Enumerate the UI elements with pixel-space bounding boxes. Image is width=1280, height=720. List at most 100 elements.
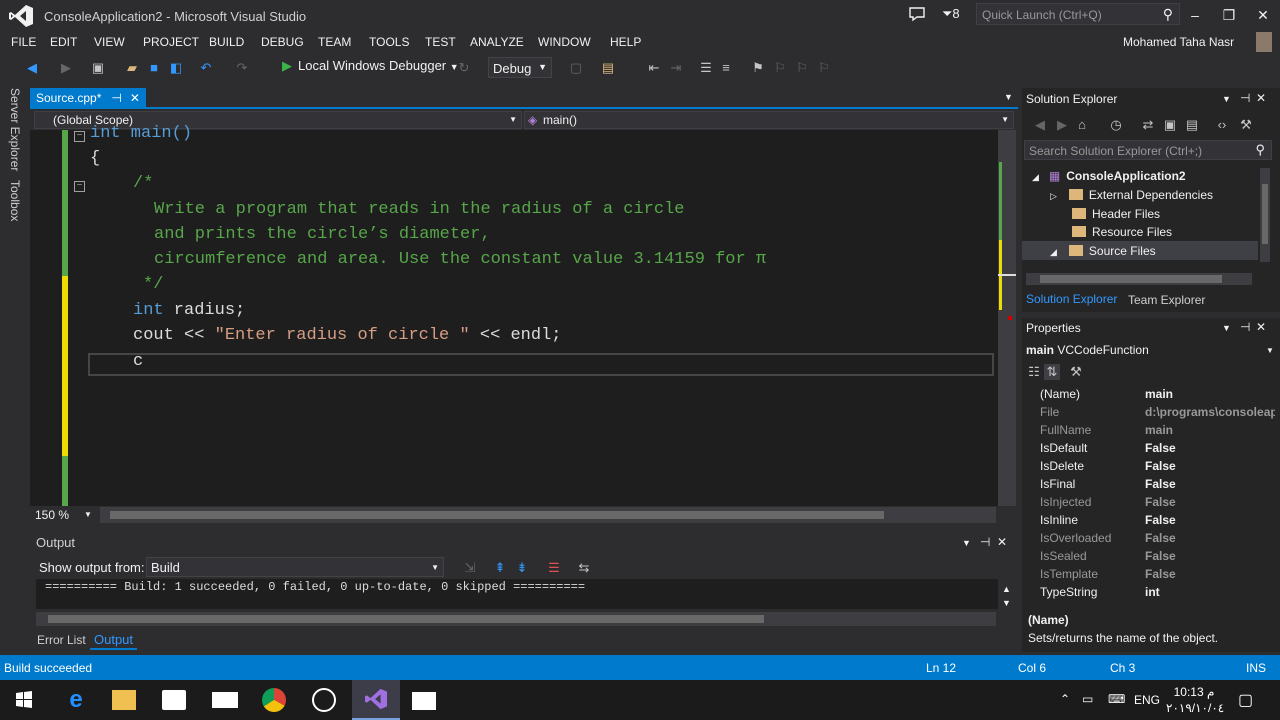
- property-name[interactable]: IsInjected: [1040, 495, 1091, 509]
- windows-start-icon[interactable]: [10, 686, 38, 714]
- battery-icon[interactable]: ▭: [1082, 692, 1093, 706]
- se-horizontal-scrollbar[interactable]: [1026, 273, 1252, 285]
- prev-message-icon[interactable]: ⇞: [492, 560, 508, 576]
- solution-configuration-select[interactable]: Debug ▼: [488, 57, 552, 78]
- server-explorer-tab[interactable]: Server Explorer: [8, 88, 22, 171]
- close-panel-icon[interactable]: ✕: [1256, 91, 1266, 105]
- action-center-icon[interactable]: ▢: [1238, 690, 1253, 710]
- tree-item-project[interactable]: ◢ ▦ ConsoleApplication2: [1032, 169, 1186, 183]
- property-name[interactable]: TypeString: [1040, 585, 1097, 599]
- redo-icon[interactable]: ↷: [234, 60, 250, 76]
- tree-item-external-dependencies[interactable]: ▷ External Dependencies: [1050, 188, 1213, 202]
- network-icon[interactable]: ⌨: [1108, 692, 1125, 706]
- close-panel-icon[interactable]: ✕: [1256, 320, 1266, 334]
- menu-analyze[interactable]: ANALYZE: [470, 35, 524, 49]
- menu-tools[interactable]: TOOLS: [369, 35, 409, 49]
- forward-icon[interactable]: ▶: [1054, 117, 1070, 133]
- pin-icon[interactable]: ⊣: [1240, 320, 1250, 334]
- properties-icon[interactable]: ⚒: [1238, 117, 1254, 133]
- collapse-toggle-icon[interactable]: −: [74, 131, 85, 142]
- mail-icon[interactable]: [212, 692, 238, 708]
- editor-vertical-scrollbar[interactable]: [998, 130, 1016, 506]
- new-project-icon[interactable]: ▣: [90, 60, 106, 76]
- alphabetical-icon[interactable]: ⇅: [1044, 364, 1060, 380]
- word-wrap-icon[interactable]: ⇆: [576, 560, 592, 576]
- property-value[interactable]: False: [1145, 477, 1275, 491]
- menu-edit[interactable]: EDIT: [50, 35, 77, 49]
- tab-list-dropdown-icon[interactable]: ▼: [1004, 92, 1013, 102]
- close-button[interactable]: ✕: [1248, 4, 1278, 26]
- property-value[interactable]: False: [1145, 459, 1275, 473]
- property-value[interactable]: False: [1145, 495, 1275, 509]
- edge-browser-icon[interactable]: e: [62, 686, 90, 714]
- property-name[interactable]: IsDelete: [1040, 459, 1084, 473]
- property-name[interactable]: IsInline: [1040, 513, 1078, 527]
- menu-file[interactable]: FILE: [11, 35, 36, 49]
- collapse-toggle-icon[interactable]: −: [74, 181, 85, 192]
- chrome-icon[interactable]: [262, 688, 286, 712]
- tree-item-header-files[interactable]: Header Files: [1072, 207, 1160, 221]
- property-name[interactable]: IsSealed: [1040, 549, 1087, 563]
- close-panel-icon[interactable]: ✕: [997, 535, 1007, 549]
- comment-icon[interactable]: ⇥: [668, 60, 684, 76]
- show-all-files-icon[interactable]: ▤: [1184, 117, 1200, 133]
- menu-window[interactable]: WINDOW: [538, 35, 591, 49]
- property-value[interactable]: False: [1145, 567, 1275, 581]
- menu-build[interactable]: BUILD: [209, 35, 244, 49]
- scroll-up-icon[interactable]: ▲: [1002, 584, 1011, 594]
- tab-output[interactable]: Output: [90, 631, 138, 650]
- property-name[interactable]: IsDefault: [1040, 441, 1087, 455]
- property-value[interactable]: False: [1145, 531, 1275, 545]
- step-icon[interactable]: ⇤: [646, 60, 662, 76]
- user-name[interactable]: Mohamed Taha Nasr: [1123, 35, 1234, 49]
- pin-icon[interactable]: ⊣: [1240, 91, 1250, 105]
- close-tab-icon[interactable]: ✕: [130, 91, 140, 105]
- se-vertical-scrollbar[interactable]: [1260, 168, 1270, 262]
- property-name[interactable]: IsTemplate: [1040, 567, 1098, 581]
- pin-icon[interactable]: ⊣: [111, 91, 121, 105]
- prev-bookmark-icon[interactable]: ⚐: [772, 60, 788, 76]
- quick-launch-input[interactable]: Quick Launch (Ctrl+Q) ⚲: [976, 3, 1180, 25]
- horizontal-scroll-thumb[interactable]: [110, 511, 884, 519]
- find-icon[interactable]: ▢: [568, 60, 584, 76]
- open-file-icon[interactable]: ▰: [124, 60, 140, 76]
- property-name[interactable]: File: [1040, 405, 1059, 419]
- next-message-icon[interactable]: ⇟: [514, 560, 530, 576]
- property-name[interactable]: (Name): [1040, 387, 1080, 401]
- property-value[interactable]: int: [1145, 585, 1275, 599]
- visual-studio-taskbar-button[interactable]: [352, 680, 400, 720]
- solution-explorer-search-input[interactable]: Search Solution Explorer (Ctrl+;) ⚲: [1024, 140, 1272, 160]
- indent-icon[interactable]: ☰: [698, 60, 714, 76]
- tree-item-source-files[interactable]: ◢ Source Files: [1050, 244, 1156, 258]
- panel-options-icon[interactable]: ▼: [1222, 94, 1231, 104]
- menu-help[interactable]: HELP: [610, 35, 641, 49]
- video-editor-icon[interactable]: [412, 692, 436, 710]
- panel-options-icon[interactable]: ▼: [1222, 323, 1231, 333]
- back-icon[interactable]: ◀: [24, 60, 40, 76]
- show-hidden-icons[interactable]: ⌃: [1060, 692, 1070, 706]
- home-icon[interactable]: ⌂: [1074, 117, 1090, 133]
- panel-options-icon[interactable]: ▼: [962, 538, 971, 548]
- history-icon[interactable]: ◷: [1108, 117, 1124, 133]
- property-value[interactable]: False: [1145, 549, 1275, 563]
- find-message-icon[interactable]: ⇲: [462, 560, 478, 576]
- property-name[interactable]: IsFinal: [1040, 477, 1075, 491]
- save-icon[interactable]: ■: [146, 60, 162, 76]
- outdent-icon[interactable]: ≡: [718, 60, 734, 76]
- save-all-icon[interactable]: ◧: [168, 60, 184, 76]
- menu-test[interactable]: TEST: [425, 35, 456, 49]
- tab-source-cpp[interactable]: Source.cpp* ⊣ ✕: [30, 88, 146, 109]
- refresh-icon[interactable]: ↻: [456, 60, 472, 76]
- clear-all-icon[interactable]: ☰: [546, 560, 562, 576]
- property-name[interactable]: IsOverloaded: [1040, 531, 1111, 545]
- property-value[interactable]: False: [1145, 441, 1275, 455]
- maximize-button[interactable]: ❐: [1214, 4, 1244, 26]
- store-icon[interactable]: [162, 690, 186, 710]
- property-value[interactable]: main: [1145, 387, 1275, 401]
- next-bookmark-icon[interactable]: ⚐: [794, 60, 810, 76]
- menu-view[interactable]: VIEW: [94, 35, 125, 49]
- output-source-select[interactable]: Build ▼: [146, 557, 444, 577]
- menu-project[interactable]: PROJECT: [143, 35, 199, 49]
- forward-icon[interactable]: ▶: [58, 60, 74, 76]
- sync-icon[interactable]: ⇄: [1140, 117, 1156, 133]
